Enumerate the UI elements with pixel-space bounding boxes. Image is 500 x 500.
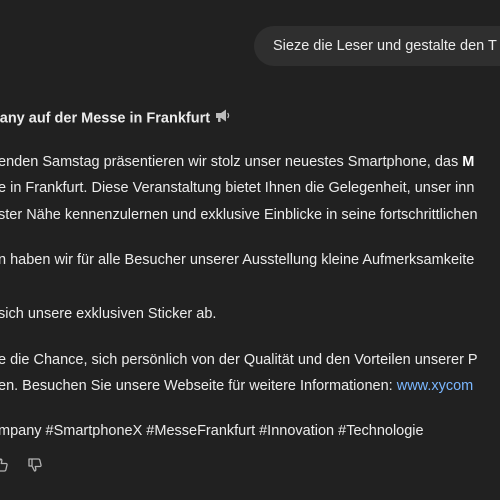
paragraph-2-line-2: sich unsere exklusiven Sticker ab.: [0, 304, 216, 324]
response-heading-text: mpany auf der Messe in Frankfurt: [0, 110, 211, 127]
chat-window: Sieze die Leser und gestalte den T mpany…: [0, 0, 500, 500]
paragraph-3-line-2-text: en. Besuchen Sie unsere Webseite für wei…: [0, 378, 397, 394]
thumbs-up-icon[interactable]: [0, 454, 12, 476]
user-message-text: Sieze die Leser und gestalte den T: [273, 38, 497, 54]
message-actions: [0, 454, 46, 476]
paragraph-1-line-2: e in Frankfurt. Diese Veranstaltung biet…: [0, 178, 474, 198]
paragraph-1-line-3-text: ster Nähe kennenzulernen und exklusive E…: [0, 207, 478, 223]
website-link[interactable]: www.xycom: [397, 378, 474, 394]
paragraph-2-line-1: n haben wir für alle Besucher unserer Au…: [0, 250, 474, 270]
hashtags-line: mpany #SmartphoneX #MesseFrankfurt #Inno…: [0, 421, 424, 441]
paragraph-1-line-1-text: enden Samstag präsentieren wir stolz uns…: [0, 154, 463, 170]
paragraph-3-line-1-text: e die Chance, sich persönlich von der Qu…: [0, 352, 478, 368]
paragraph-1-line-2-text: e in Frankfurt. Diese Veranstaltung biet…: [0, 180, 475, 196]
paragraph-2-line-1-text: n haben wir für alle Besucher unserer Au…: [0, 252, 475, 268]
paragraph-1-line-3: ster Nähe kennenzulernen und exklusive E…: [0, 205, 478, 225]
thumbs-down-icon[interactable]: [24, 454, 46, 476]
hashtags-text: mpany #SmartphoneX #MesseFrankfurt #Inno…: [0, 423, 424, 439]
paragraph-3-line-1: e die Chance, sich persönlich von der Qu…: [0, 350, 478, 370]
paragraph-3-line-2: en. Besuchen Sie unsere Webseite für wei…: [0, 376, 473, 396]
paragraph-1-line-1: enden Samstag präsentieren wir stolz uns…: [0, 152, 474, 172]
megaphone-icon: [214, 108, 231, 129]
paragraph-2-line-2-text: sich unsere exklusiven Sticker ab.: [0, 306, 217, 322]
product-name-bold: M: [462, 154, 475, 170]
user-message-bubble: Sieze die Leser und gestalte den T: [254, 26, 500, 66]
response-heading: mpany auf der Messe in Frankfurt: [0, 108, 231, 129]
